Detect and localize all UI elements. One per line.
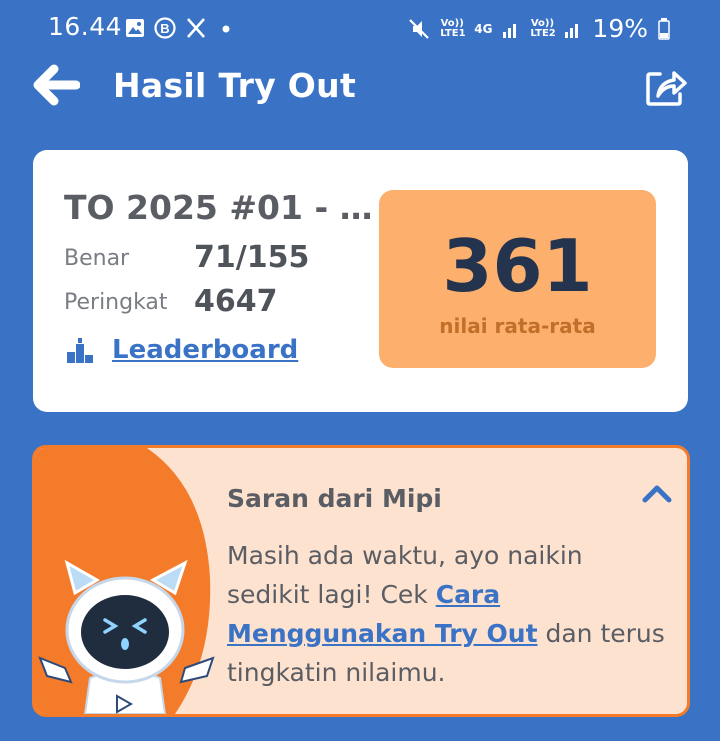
page-title: Hasil Try Out bbox=[113, 66, 357, 105]
chevron-up-icon[interactable] bbox=[640, 482, 674, 506]
sim2-label: Vo)) LTE2 bbox=[530, 17, 556, 39]
result-card: TO 2025 #01 - S... Benar 71/155 Peringka… bbox=[33, 150, 688, 412]
arrow-left-icon[interactable] bbox=[32, 64, 80, 106]
share-icon[interactable] bbox=[644, 64, 688, 108]
svg-text:B: B bbox=[160, 21, 169, 36]
notification-icons: B bbox=[125, 17, 236, 39]
status-time: 16.44 bbox=[48, 12, 123, 41]
mute-icon bbox=[409, 18, 429, 39]
correct-value: 71/155 bbox=[194, 240, 310, 275]
battery-percent: 19% bbox=[592, 14, 648, 43]
rank-label: Peringkat bbox=[64, 290, 168, 315]
average-score-caption: nilai rata-rata bbox=[439, 314, 596, 338]
system-icons: Vo)) LTE1 4G Vo)) LTE2 19% bbox=[408, 14, 670, 43]
advice-card: Saran dari Mipi Masih ada waktu, ayo nai… bbox=[32, 445, 690, 717]
status-bar: 16.44 B Vo)) LTE1 4G Vo)) LTE2 19% bbox=[0, 0, 720, 56]
network-type: 4G bbox=[474, 21, 493, 36]
b-app-icon: B bbox=[154, 17, 176, 39]
tryout-title: TO 2025 #01 - S... bbox=[64, 188, 376, 227]
battery-icon bbox=[658, 17, 670, 40]
mipi-mascot-icon bbox=[38, 559, 215, 714]
advice-title: Saran dari Mipi bbox=[227, 484, 442, 513]
sim1-label: Vo)) LTE1 bbox=[440, 17, 466, 39]
average-score: 361 bbox=[442, 224, 593, 308]
advice-text-before: Masih ada waktu, ayo naikin sedikit lagi… bbox=[227, 541, 583, 609]
signal-icon bbox=[503, 23, 517, 38]
gallery-icon bbox=[126, 19, 144, 37]
signal-icon bbox=[565, 23, 579, 38]
x-icon bbox=[187, 18, 205, 38]
correct-label: Benar bbox=[64, 246, 130, 271]
app-bar: Hasil Try Out bbox=[0, 56, 720, 122]
rank-value: 4647 bbox=[194, 284, 278, 319]
advice-text: Masih ada waktu, ayo naikin sedikit lagi… bbox=[227, 536, 667, 692]
leaderboard-link[interactable]: Leaderboard bbox=[112, 335, 298, 365]
more-notifications-icon bbox=[222, 25, 230, 33]
score-box: 361 nilai rata-rata bbox=[379, 190, 656, 368]
podium-icon bbox=[67, 338, 93, 363]
